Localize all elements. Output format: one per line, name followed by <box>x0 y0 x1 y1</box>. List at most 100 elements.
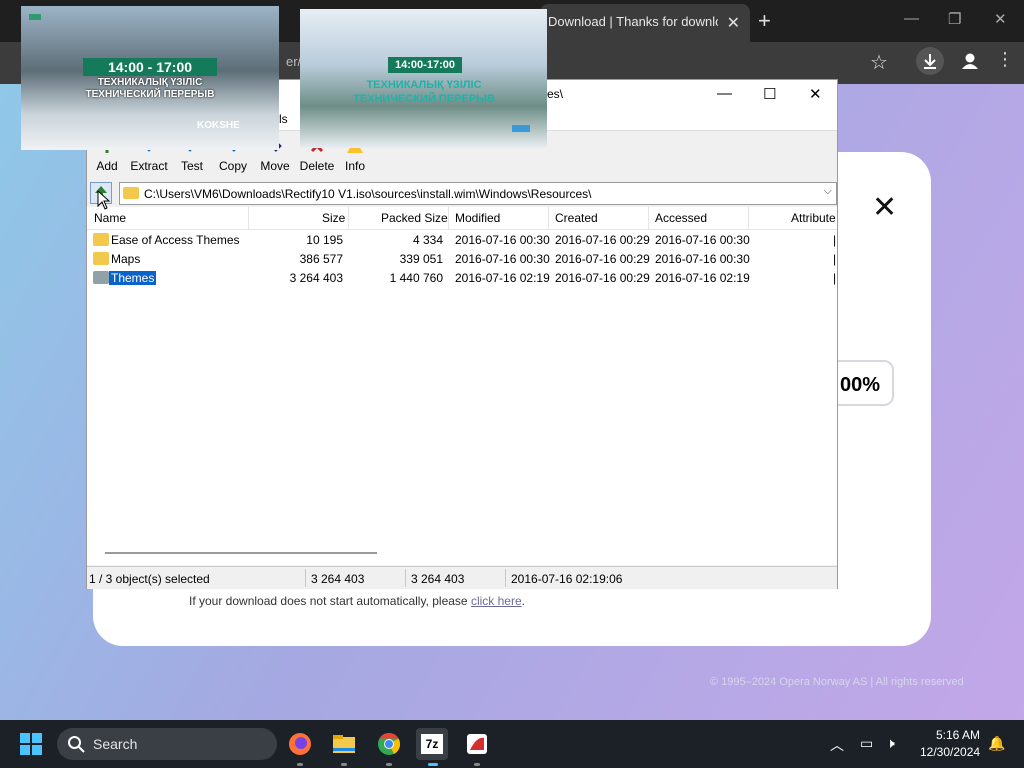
table-row[interactable]: Maps 386 577 339 051 2016-07-16 00:30 20… <box>87 250 837 269</box>
7zip-minimize-icon[interactable]: — <box>717 85 732 102</box>
copyright-text: © 1995–2024 Opera Norway AS | All rights… <box>710 676 964 688</box>
search-icon <box>67 735 85 756</box>
profile-icon[interactable] <box>956 47 984 75</box>
column-packed-size[interactable]: Packed Size <box>381 211 448 225</box>
browser-tab-title: Download | Thanks for downloa <box>548 14 718 29</box>
move-label: Move <box>260 159 290 173</box>
broadcast-time: 14:00-17:00 <box>388 57 462 73</box>
browser-minimize-icon[interactable]: — <box>904 10 919 27</box>
row-packed-size: 339 051 <box>399 252 443 266</box>
installer-app-icon[interactable] <box>461 728 493 760</box>
test-label: Test <box>180 159 203 173</box>
video-thumbnail-1[interactable]: 14:00 - 17:00 ТЕХНИКАЛЫҚ ҮЗІЛІС ТЕХНИЧЕС… <box>21 6 279 150</box>
row-accessed: 2016-07-16 00:30 <box>655 252 750 266</box>
running-indicator <box>386 763 392 766</box>
row-modified: 2016-07-16 00:30 <box>455 233 550 247</box>
7zip-maximize-icon[interactable]: ☐ <box>763 85 776 103</box>
row-created: 2016-07-16 00:29 <box>555 271 650 285</box>
chevron-down-icon[interactable]: ⌵ <box>824 185 832 198</box>
column-separator[interactable] <box>348 207 349 229</box>
notification-bell-icon[interactable]: 🔔 <box>988 735 1005 752</box>
column-separator[interactable] <box>648 207 649 229</box>
new-tab-icon[interactable]: + <box>758 8 771 34</box>
status-size: 3 264 403 <box>311 572 365 586</box>
horizontal-scrollbar[interactable] <box>105 552 377 554</box>
row-packed-size: 1 440 760 <box>389 271 443 285</box>
folder-icon <box>93 233 109 246</box>
table-row-selected[interactable]: Themes 3 264 403 1 440 760 2016-07-16 02… <box>87 269 837 288</box>
column-modified[interactable]: Modified <box>455 211 500 225</box>
row-attributes: | <box>833 233 837 247</box>
folder-icon <box>123 187 139 199</box>
click-here-link[interactable]: click here <box>471 594 522 608</box>
extract-label: Extract <box>130 159 168 173</box>
tab-close-icon[interactable]: ✕ <box>727 13 740 33</box>
clock-time[interactable]: 5:16 AM <box>936 728 980 742</box>
mouse-cursor-icon <box>97 189 111 213</box>
menu-tools-fragment[interactable]: ls <box>279 112 288 126</box>
search-label: Search <box>93 736 138 752</box>
column-separator[interactable] <box>248 207 249 229</box>
row-attributes: | <box>833 271 837 285</box>
row-packed-size: 4 334 <box>412 233 443 247</box>
column-separator[interactable] <box>548 207 549 229</box>
add-label: Add <box>96 159 118 173</box>
row-created: 2016-07-16 00:29 <box>555 233 650 247</box>
column-separator[interactable] <box>748 207 749 229</box>
status-separator <box>305 569 306 587</box>
row-created: 2016-07-16 00:29 <box>555 252 650 266</box>
7zip-taskbar-icon[interactable]: 7z <box>416 728 448 760</box>
firefox-icon[interactable] <box>284 728 316 760</box>
column-separator[interactable] <box>448 207 449 229</box>
column-attributes[interactable]: Attribute <box>791 211 836 225</box>
column-name[interactable]: Name <box>94 211 126 225</box>
pause-notice-ru: ТЕХНИЧЕСКИЙ ПЕРЕРЫВ <box>85 89 215 100</box>
pause-notice-ru: ТЕХНИЧЕСКИЙ ПЕРЕРЫВ <box>353 93 495 105</box>
tray-chevron-up-icon[interactable]: ︿ <box>830 735 844 755</box>
status-selection: 1 / 3 object(s) selected <box>89 572 210 586</box>
download-icon[interactable] <box>916 47 944 75</box>
row-name: Ease of Access Themes <box>111 233 240 247</box>
browser-tab[interactable]: Download | Thanks for downloa ✕ <box>540 4 750 42</box>
path-bar[interactable]: C:\Users\VM6\Downloads\Rectify10 V1.iso\… <box>119 182 837 205</box>
path-text: C:\Users\VM6\Downloads\Rectify10 V1.iso\… <box>144 187 592 201</box>
column-size[interactable]: Size <box>322 211 345 225</box>
active-indicator <box>428 763 438 766</box>
channel-badge-icon <box>29 14 41 20</box>
row-modified: 2016-07-16 02:19 <box>455 271 550 285</box>
delete-label: Delete <box>299 159 335 173</box>
download-note-text: If your download does not start automati… <box>189 594 471 608</box>
row-accessed: 2016-07-16 02:19 <box>655 271 750 285</box>
row-name: Maps <box>111 252 141 266</box>
folder-icon <box>93 252 109 265</box>
7zip-close-icon[interactable]: ✕ <box>809 85 822 103</box>
browser-menu-icon[interactable]: ⋮ <box>996 50 1014 68</box>
status-bar: 1 / 3 object(s) selected 3 264 403 3 264… <box>87 566 837 589</box>
clock-date[interactable]: 12/30/2024 <box>920 745 980 759</box>
status-separator <box>405 569 406 587</box>
row-name: Themes <box>109 271 157 285</box>
column-accessed[interactable]: Accessed <box>655 211 707 225</box>
chrome-icon[interactable] <box>373 728 405 760</box>
row-accessed: 2016-07-16 00:30 <box>655 233 750 247</box>
dialog-close-icon[interactable]: ✕ <box>872 190 897 225</box>
7zip-window: es\ — ☐ ✕ ls Add Extract Test Copy Move <box>86 79 838 589</box>
volume-muted-icon[interactable]: 🕨 <box>886 735 895 752</box>
video-thumbnail-2[interactable]: 14:00-17:00 ТЕХНИКАЛЫҚ ҮЗІЛІС ТЕХНИЧЕСКИ… <box>300 9 547 148</box>
7zip-title: es\ <box>547 87 564 101</box>
table-row[interactable]: Ease of Access Themes 10 195 4 334 2016-… <box>87 231 837 250</box>
pause-notice-kz: ТЕХНИКАЛЫҚ ҮЗІЛІС <box>97 77 203 88</box>
row-modified: 2016-07-16 00:30 <box>455 252 550 266</box>
browser-close-icon[interactable]: ✕ <box>994 10 1007 28</box>
folder-icon <box>93 271 109 284</box>
network-icon[interactable]: ▭ <box>860 735 873 752</box>
column-created[interactable]: Created <box>555 211 598 225</box>
download-note-end: . <box>521 594 525 608</box>
bookmark-star-icon[interactable]: ☆ <box>870 50 888 75</box>
windows-start-icon[interactable] <box>20 733 42 755</box>
file-explorer-icon[interactable] <box>328 728 360 760</box>
channel-badge-icon <box>512 125 530 132</box>
taskbar-search-box[interactable]: Search <box>57 728 277 760</box>
row-attributes: | <box>833 252 837 266</box>
browser-restore-icon[interactable]: ❐ <box>948 10 961 28</box>
